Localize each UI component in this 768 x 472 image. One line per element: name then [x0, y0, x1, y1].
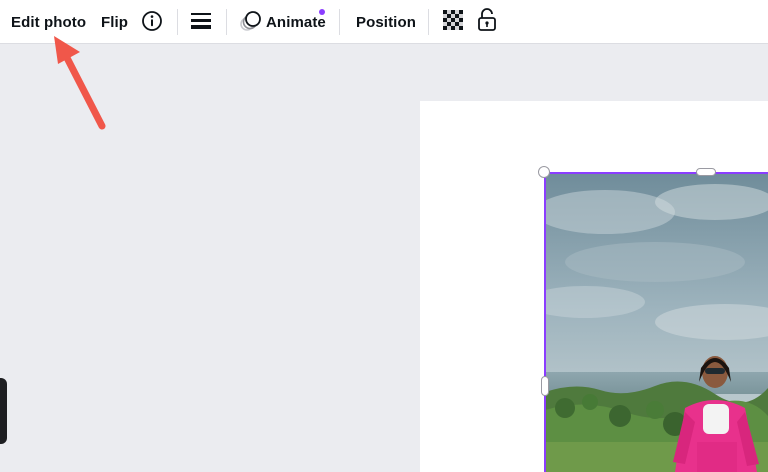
- toolbar-divider: [177, 9, 178, 35]
- selection-border: [544, 172, 546, 472]
- animate-button[interactable]: Animate: [266, 0, 326, 44]
- selection-border: [544, 172, 768, 174]
- resize-handle-top[interactable]: [696, 168, 716, 176]
- toolbar-divider: [428, 9, 429, 35]
- toolbar-divider: [339, 9, 340, 35]
- selected-photo[interactable]: [545, 172, 768, 472]
- side-panel-toggle[interactable]: [0, 378, 7, 444]
- annotation-arrow-icon: [54, 36, 106, 130]
- resize-handle-top-left[interactable]: [538, 166, 550, 178]
- unlock-icon[interactable]: [477, 8, 497, 32]
- position-button[interactable]: Position: [356, 0, 416, 44]
- info-icon[interactable]: [141, 10, 163, 32]
- transparency-icon[interactable]: [443, 10, 463, 30]
- photo-image: [545, 172, 768, 472]
- animate-new-badge: [319, 9, 325, 15]
- toolbar-divider: [226, 9, 227, 35]
- animate-icon[interactable]: [239, 9, 263, 33]
- resize-handle-left[interactable]: [541, 376, 549, 396]
- border-style-icon[interactable]: [191, 12, 211, 30]
